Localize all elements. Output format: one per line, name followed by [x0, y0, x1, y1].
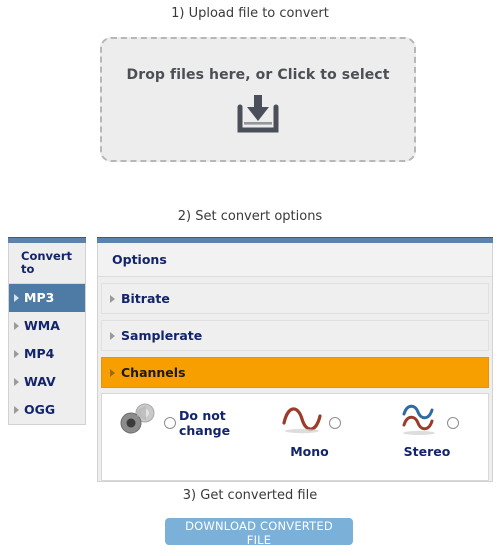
chevron-right-icon	[14, 377, 19, 386]
sidebar-item-mp4[interactable]: MP4	[9, 340, 85, 368]
channel-label: Stereo	[403, 444, 451, 459]
chevron-right-icon	[14, 349, 19, 358]
channel-option-mono[interactable]: Mono	[252, 403, 367, 459]
accordion-label: Bitrate	[121, 291, 170, 306]
mono-wave-icon	[278, 403, 326, 442]
step-2-heading: 2) Set convert options	[177, 209, 323, 224]
accordion-channels[interactable]: Channels	[101, 357, 489, 388]
download-converted-file-button[interactable]: DOWNLOAD CONVERTED FILE	[165, 518, 353, 547]
file-dropzone[interactable]: Drop files here, or Click to select	[100, 37, 416, 162]
chevron-right-icon	[14, 405, 19, 414]
channel-label: Mono	[290, 444, 329, 459]
stereo-wave-icon	[396, 403, 444, 442]
step-1-heading: 1) Upload file to convert	[171, 6, 329, 21]
sidebar-item-label: WAV	[24, 374, 56, 390]
download-tray-icon	[236, 94, 280, 133]
chevron-right-icon	[110, 331, 115, 340]
sidebar-item-label: MP4	[24, 346, 55, 362]
step-3-heading: 3) Get converted file	[182, 488, 318, 503]
sidebar-item-wma[interactable]: WMA	[9, 312, 85, 340]
radio-do-not-change[interactable]	[164, 416, 176, 429]
channel-option-stereo[interactable]: Stereo	[367, 403, 487, 459]
accordion-samplerate[interactable]: Samplerate	[101, 320, 489, 351]
sidebar-title: Convert to	[9, 243, 85, 285]
radio-mono[interactable]	[329, 416, 341, 429]
options-panel: Options Bitrate Samplerate Channels Do n…	[97, 237, 493, 482]
sidebar-item-label: MP3	[24, 290, 55, 306]
sidebar-item-label: OGG	[24, 402, 56, 418]
options-header: Options	[98, 243, 492, 277]
speakers-icon	[115, 403, 161, 442]
chevron-right-icon	[110, 368, 115, 377]
dropzone-label: Drop files here, or Click to select	[126, 66, 390, 83]
channel-option-do-not-change[interactable]: Do not change	[102, 403, 252, 442]
sidebar-item-mp3[interactable]: MP3	[9, 284, 85, 313]
sidebar-item-wav[interactable]: WAV	[9, 368, 85, 396]
chevron-right-icon	[110, 294, 115, 303]
sidebar-item-label: WMA	[24, 318, 60, 334]
convert-options-area: Convert to MP3 WMA MP4 WAV OGG Options B…	[0, 237, 500, 485]
channel-label: Do not change	[179, 407, 231, 438]
accordion-label: Channels	[121, 365, 186, 380]
sidebar-item-ogg[interactable]: OGG	[9, 396, 85, 424]
radio-stereo[interactable]	[446, 416, 459, 429]
format-sidebar: Convert to MP3 WMA MP4 WAV OGG	[8, 237, 86, 426]
accordion-label: Samplerate	[121, 328, 203, 343]
channels-options-panel: Do not change Mono Stereo	[101, 393, 489, 481]
accordion-bitrate[interactable]: Bitrate	[101, 283, 489, 314]
chevron-right-icon	[14, 321, 19, 330]
chevron-right-icon	[14, 293, 19, 302]
